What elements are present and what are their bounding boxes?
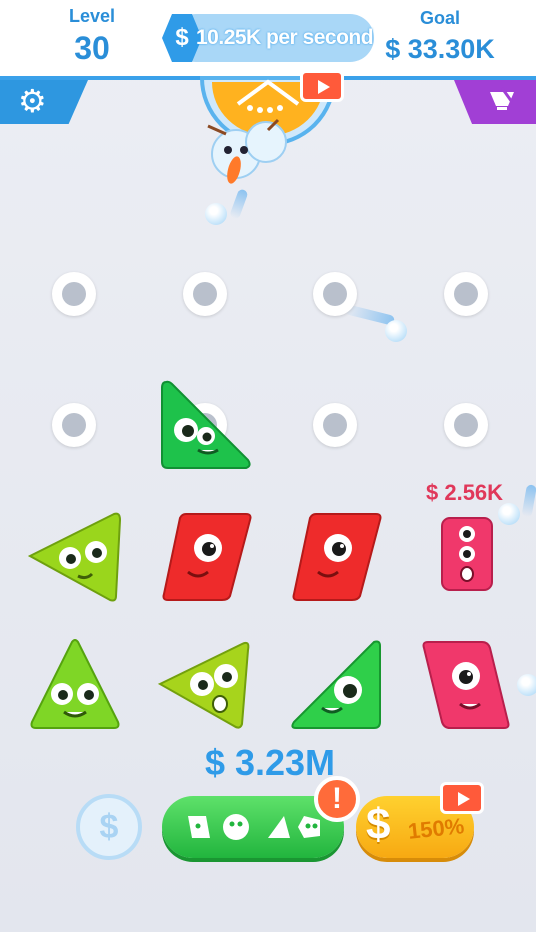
ball-trail [229, 188, 249, 220]
alert-badge: ! [314, 776, 360, 822]
empty-slot[interactable] [52, 403, 96, 447]
recycle-button[interactable]: $ [76, 794, 142, 860]
ball [517, 674, 536, 696]
ball [498, 503, 520, 525]
goal-value: $ 33.30K [385, 34, 495, 64]
shop-button[interactable] [454, 80, 536, 124]
floating-earning-text: $ 2.56K [426, 480, 504, 505]
top-hud: Level 30 $ 10.25K per second Goal $ 33.3… [0, 0, 536, 80]
recycle-dollar-icon: $ [99, 808, 119, 846]
launcher-video-ad-icon[interactable] [300, 70, 344, 102]
ball [385, 320, 407, 342]
red-parallelogram-monster[interactable] [292, 510, 382, 607]
empty-slot[interactable] [444, 272, 488, 316]
gear-icon: ⚙ [18, 83, 47, 119]
empty-slot[interactable] [52, 272, 96, 316]
green-triangle-monster[interactable] [288, 638, 384, 737]
bowl-icon [488, 86, 516, 119]
red-parallelogram-monster[interactable] [162, 510, 252, 607]
pink-rectangle-monster[interactable] [440, 516, 494, 597]
empty-slot[interactable] [313, 403, 357, 447]
level-label: Level [68, 6, 116, 26]
lime-triangle-monster[interactable] [28, 638, 122, 737]
empty-slot[interactable] [313, 272, 357, 316]
boost-percent: 150% [406, 813, 466, 844]
empty-slot[interactable] [444, 403, 488, 447]
ball [205, 203, 227, 225]
level-number: 30 [74, 30, 110, 66]
green-triangle-monster[interactable] [158, 378, 254, 475]
lime-triangle-monster[interactable] [156, 638, 252, 737]
settings-button[interactable]: ⚙ [0, 80, 88, 124]
boost-dollar-icon: $ [366, 800, 391, 849]
lime-triangle-monster[interactable] [26, 510, 122, 607]
boost-video-ad-icon[interactable] [440, 782, 484, 814]
ball-trail [521, 484, 536, 518]
empty-slot[interactable] [183, 272, 227, 316]
game-stage: Level 30 $ 10.25K per second Goal $ 33.3… [0, 0, 536, 932]
pink-parallelogram-monster[interactable] [420, 638, 512, 737]
income-rate-text: 10.25K per second [196, 26, 374, 49]
goal-label: Goal [419, 8, 460, 28]
shapes-icon [184, 812, 324, 842]
